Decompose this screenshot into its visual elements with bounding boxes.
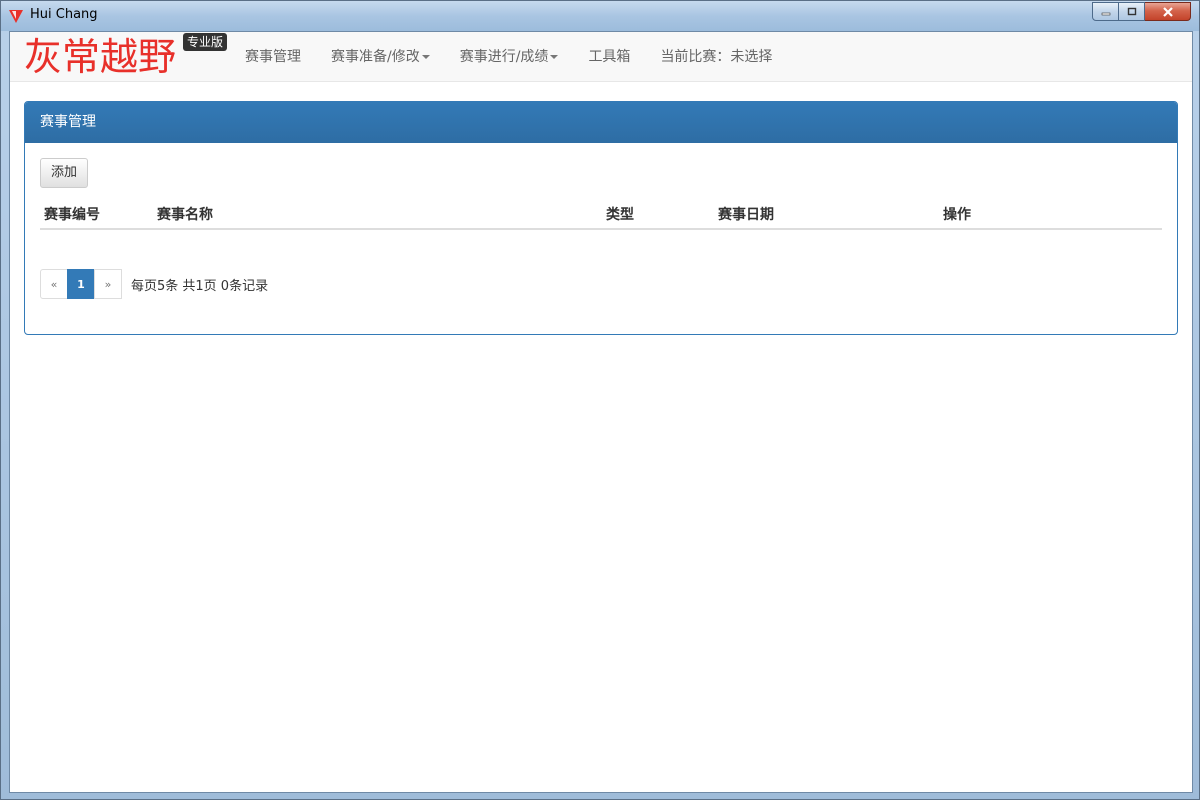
app-logo-icon (9, 10, 23, 23)
column-header-event-id[interactable]: 赛事编号 (40, 199, 153, 230)
nav-item-current-event[interactable]: 当前比赛：未选择 (645, 32, 787, 82)
events-table: 赛事编号 赛事名称 类型 赛事日期 操作 (40, 199, 1162, 230)
panel-body: 添加 赛事编号 赛事名称 类型 赛事日期 操作 « 1 » 每页5条 共1页 0… (25, 143, 1177, 299)
title-bar[interactable]: Hui Chang (1, 1, 1199, 31)
app-window: Hui Chang 灰常越野 专业版 赛事管理 赛事准备/修改 赛事进行/成绩 工具箱… (0, 0, 1200, 800)
nav-item-label: 赛事进行/成绩 (459, 49, 549, 65)
navbar: 灰常越野 专业版 赛事管理 赛事准备/修改 赛事进行/成绩 工具箱 当前比赛：未选择 (10, 32, 1192, 82)
next-page-button[interactable]: » (94, 269, 122, 299)
window-title: Hui Chang (30, 7, 98, 22)
column-header-type[interactable]: 类型 (602, 199, 714, 230)
prev-page-button[interactable]: « (40, 269, 68, 299)
minimize-icon (1101, 12, 1110, 15)
window-controls (1092, 2, 1191, 21)
nav-item-event-progress[interactable]: 赛事进行/成绩 (445, 32, 574, 82)
nav-item-event-prep[interactable]: 赛事准备/修改 (316, 32, 445, 82)
edition-badge: 专业版 (183, 33, 228, 51)
nav-item-event-management[interactable]: 赛事管理 (230, 32, 316, 82)
table-header-row: 赛事编号 赛事名称 类型 赛事日期 操作 (40, 199, 1162, 230)
nav-item-label: 当前比赛：未选择 (660, 49, 773, 65)
brand-logo[interactable]: 灰常越野 (24, 35, 176, 79)
column-header-event-date[interactable]: 赛事日期 (714, 199, 939, 230)
column-header-actions: 操作 (939, 199, 1162, 230)
nav-menu: 赛事管理 赛事准备/修改 赛事进行/成绩 工具箱 当前比赛：未选择 (230, 32, 787, 82)
page-1-button[interactable]: 1 (67, 269, 95, 299)
event-management-panel: 赛事管理 添加 赛事编号 赛事名称 类型 赛事日期 操作 « 1 » 每页5条 … (24, 101, 1178, 335)
nav-item-label: 工具箱 (588, 49, 631, 65)
nav-item-label: 赛事管理 (245, 49, 301, 65)
client-area: 灰常越野 专业版 赛事管理 赛事准备/修改 赛事进行/成绩 工具箱 当前比赛：未选择 赛… (9, 31, 1193, 793)
close-button[interactable] (1145, 2, 1191, 21)
minimize-button[interactable] (1092, 2, 1119, 21)
pagination-info: 每页5条 共1页 0条记录 (131, 278, 269, 294)
add-button[interactable]: 添加 (40, 158, 89, 188)
nav-item-toolbox[interactable]: 工具箱 (573, 32, 645, 82)
maximize-button[interactable] (1119, 2, 1145, 21)
pagination: « 1 » 每页5条 共1页 0条记录 (40, 269, 268, 299)
panel-heading: 赛事管理 (25, 102, 1177, 143)
nav-item-label: 赛事准备/修改 (331, 49, 420, 65)
maximize-icon (1127, 7, 1136, 15)
column-header-event-name[interactable]: 赛事名称 (153, 199, 602, 230)
caret-down-icon (550, 55, 559, 59)
close-icon (1162, 6, 1173, 17)
caret-down-icon (421, 55, 430, 59)
